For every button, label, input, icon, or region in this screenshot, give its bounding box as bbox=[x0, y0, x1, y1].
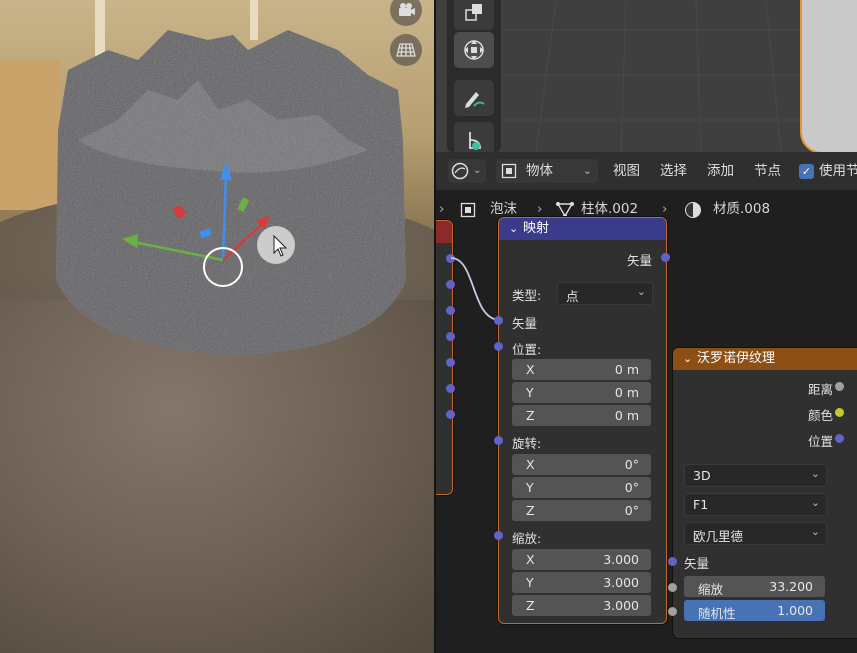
type-label: 类型: bbox=[512, 288, 542, 303]
mapping-node-header[interactable]: ⌄ 映射 bbox=[499, 218, 666, 240]
y-axis-arrow bbox=[122, 234, 138, 248]
rotation-x-field[interactable]: X 0° bbox=[512, 454, 651, 475]
color-output-socket[interactable] bbox=[835, 408, 844, 417]
mapping-scale-socket[interactable] bbox=[494, 531, 503, 540]
voronoi-node[interactable]: ⌄ 沃罗诺伊纹理 距离 颜色 位置 3D ⌄ F1 ⌄ 欧几里德 ⌄ 矢量 缩放 33.… bbox=[673, 348, 857, 638]
vector-input-label: 矢量 bbox=[512, 316, 538, 331]
output-vector-label: 矢量 bbox=[626, 253, 652, 268]
annotate-tool-icon[interactable] bbox=[454, 80, 494, 116]
voronoi-vector-label: 矢量 bbox=[684, 556, 710, 571]
voronoi-scale-socket[interactable] bbox=[668, 583, 677, 592]
3d-viewport[interactable] bbox=[0, 0, 436, 653]
mapping-node[interactable]: ⌄ 映射 矢量 类型: 点 ⌄ 矢量 位置: X0 m Y0 m Z0 m 旋转… bbox=[498, 217, 667, 624]
rotation-label: 旋转: bbox=[512, 436, 542, 451]
chevron-down-icon: ⌄ bbox=[810, 467, 820, 480]
transform-tool-icon[interactable] bbox=[454, 32, 494, 68]
mapping-output-socket[interactable] bbox=[661, 253, 670, 262]
type-value: 点 bbox=[566, 289, 579, 304]
grid-icon[interactable] bbox=[390, 34, 422, 66]
voronoi-randomness-socket[interactable] bbox=[668, 607, 677, 616]
scale-tool-icon[interactable] bbox=[454, 0, 494, 30]
position-output-label: 位置 bbox=[807, 434, 833, 449]
mapping-rotation-socket[interactable] bbox=[494, 436, 503, 445]
transform-gizmo[interactable] bbox=[110, 150, 300, 290]
distance-output-socket[interactable] bbox=[835, 382, 844, 391]
mapping-location-socket[interactable] bbox=[494, 342, 503, 351]
shader-node-editor[interactable]: ⌄ 物体 ⌄ 视图 选择 添加 节点 ✓ 使用节 › 泡沫 › 柱体.002 ›… bbox=[436, 152, 857, 653]
scale-y-field[interactable]: Y 3.000 bbox=[512, 572, 651, 593]
type-dropdown[interactable]: 点 ⌄ bbox=[557, 282, 653, 305]
mapping-node-title: 映射 bbox=[523, 221, 550, 236]
location-x-field[interactable]: X0 m bbox=[512, 359, 651, 380]
chevron-down-icon: ⌄ bbox=[810, 525, 820, 538]
chevron-down-icon: ⌄ bbox=[636, 285, 646, 298]
selected-object[interactable] bbox=[800, 0, 857, 152]
chevron-down-icon: ⌄ bbox=[810, 496, 820, 509]
scale-z-field[interactable]: Z 3.000 bbox=[512, 595, 651, 616]
location-y-field[interactable]: Y0 m bbox=[512, 382, 651, 403]
metric-dropdown[interactable]: 欧几里德 ⌄ bbox=[684, 522, 827, 545]
z-axis-arrow bbox=[220, 162, 232, 180]
tool-strip bbox=[447, 0, 501, 158]
distance-output-label: 距离 bbox=[807, 382, 833, 397]
mapping-vector-socket[interactable] bbox=[494, 316, 503, 325]
voronoi-scale-field[interactable]: 缩放 33.200 bbox=[684, 576, 825, 597]
dimension-dropdown[interactable]: 3D ⌄ bbox=[684, 464, 827, 487]
feature-dropdown[interactable]: F1 ⌄ bbox=[684, 493, 827, 516]
scale-x-field[interactable]: X 3.000 bbox=[512, 549, 651, 570]
color-output-label: 颜色 bbox=[807, 408, 833, 423]
position-output-socket[interactable] bbox=[835, 434, 844, 443]
location-label: 位置: bbox=[512, 342, 542, 357]
scale-label: 缩放: bbox=[512, 531, 542, 546]
voronoi-randomness-field[interactable]: 随机性 1.000 bbox=[684, 600, 825, 621]
voronoi-node-title: 沃罗诺伊纹理 bbox=[697, 351, 776, 366]
location-z-field[interactable]: Z0 m bbox=[512, 405, 651, 426]
voronoi-vector-socket[interactable] bbox=[668, 557, 677, 566]
rotation-y-field[interactable]: Y 0° bbox=[512, 477, 651, 498]
rotation-z-field[interactable]: Z 0° bbox=[512, 500, 651, 521]
voronoi-node-header[interactable]: ⌄ 沃罗诺伊纹理 bbox=[673, 348, 857, 370]
